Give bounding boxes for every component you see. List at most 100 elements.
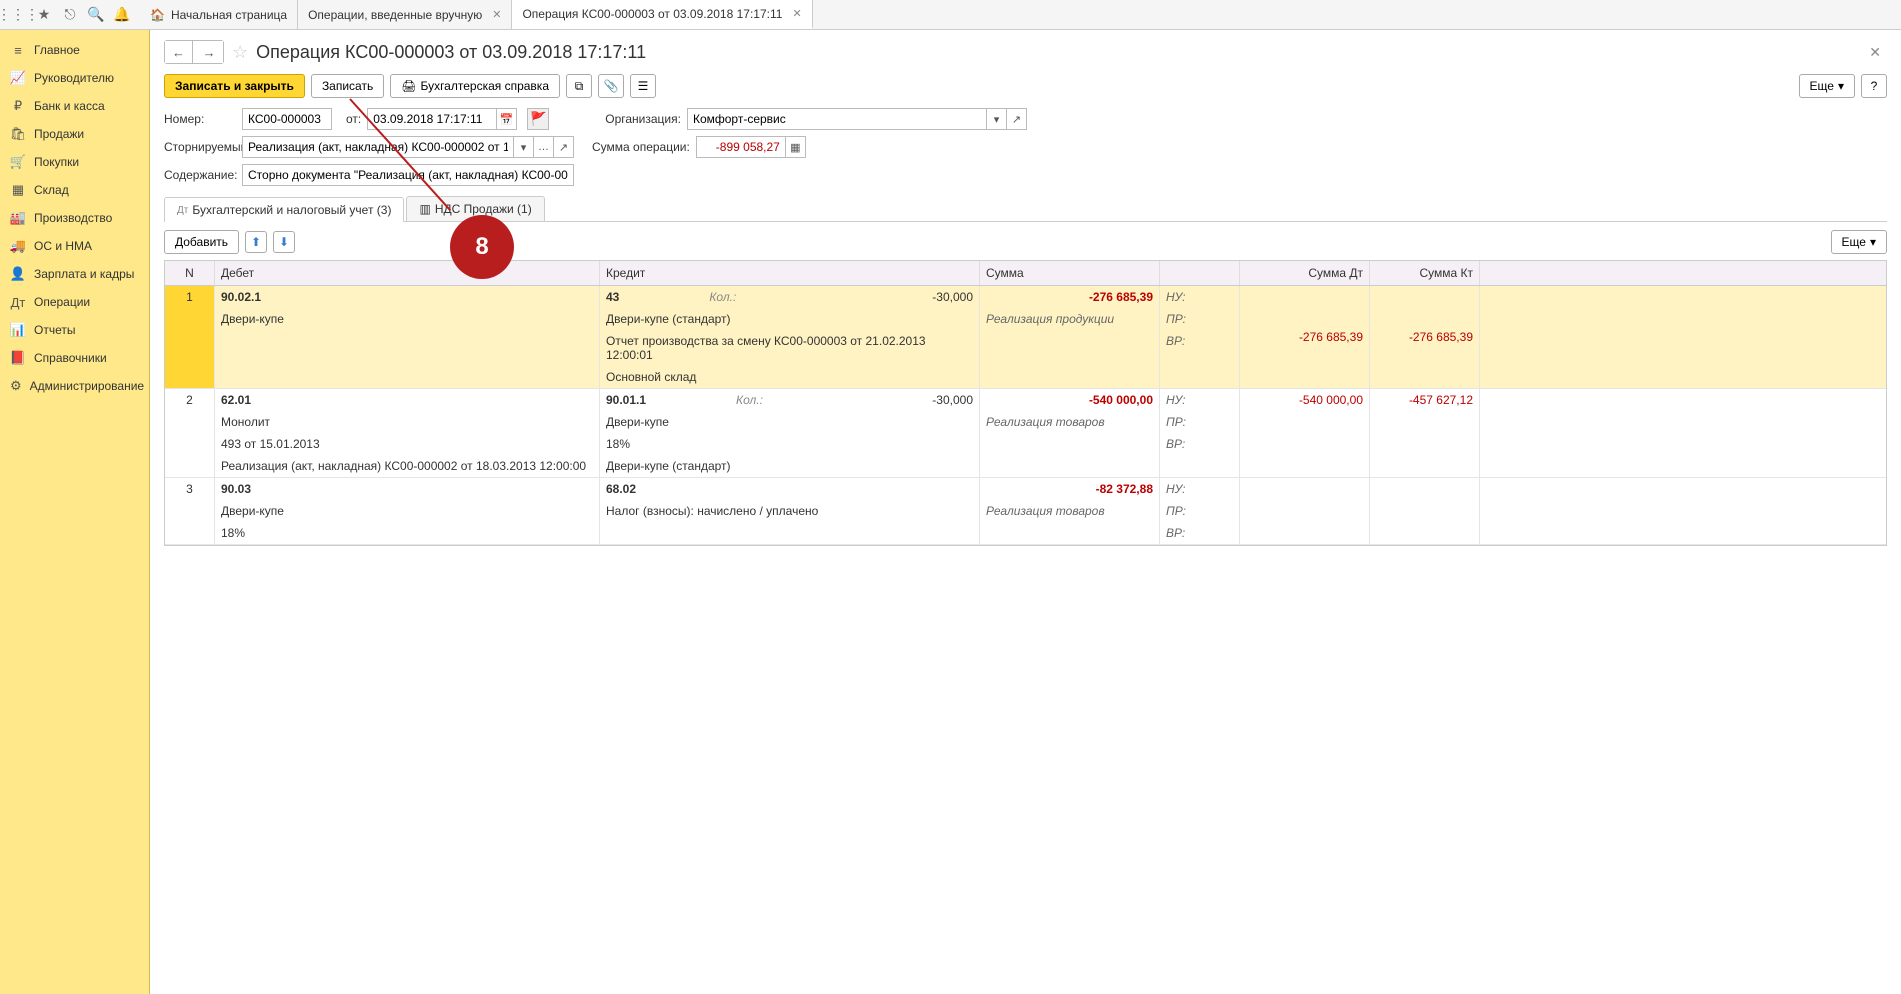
tab-operations[interactable]: Операции, введенные вручную ✕ [298, 0, 512, 29]
col-sum[interactable]: Сумма [980, 261, 1160, 285]
sidebar-item-sales[interactable]: 🛍Продажи [0, 120, 149, 148]
org-input[interactable] [687, 108, 987, 130]
accounting-report-button[interactable]: 🖨Бухгалтерская справка [390, 74, 560, 98]
sidebar-item-manager[interactable]: 📈Руководителю [0, 64, 149, 92]
list-button[interactable]: ☰ [630, 74, 656, 98]
date-input[interactable] [367, 108, 497, 130]
attach-button[interactable]: 📎 [598, 74, 624, 98]
sidebar-item-admin[interactable]: ⚙Администрирование [0, 372, 149, 400]
book-icon: 📕 [10, 350, 26, 366]
factory-icon: 🏭 [10, 210, 26, 226]
col-credit[interactable]: Кредит [600, 261, 980, 285]
entries-grid: N Дебет Кредит Сумма Сумма Дт Сумма Кт 1… [164, 260, 1887, 546]
col-kt[interactable]: Сумма Кт [1370, 261, 1480, 285]
sidebar-item-bank[interactable]: ₽Банк и касса [0, 92, 149, 120]
box-icon: ▦ [10, 182, 26, 198]
forward-button[interactable]: → [195, 41, 223, 63]
tab-home[interactable]: 🏠 Начальная страница [140, 0, 298, 29]
close-icon[interactable]: ✕ [792, 7, 801, 20]
desc-label: Содержание: [164, 168, 236, 182]
form: Номер: от: 📅 🚩 Организация: ▾ ↗ Сторниру… [164, 108, 1887, 186]
content: ← → ☆ Операция КС00-000003 от 03.09.2018… [150, 30, 1901, 994]
grid-more-button[interactable]: Еще ▾ [1831, 230, 1887, 254]
bell-icon[interactable]: 🔔 [110, 3, 134, 27]
tabs: 🏠 Начальная страница Операции, введенные… [140, 0, 813, 29]
add-button[interactable]: Добавить [164, 230, 239, 254]
col-n[interactable]: N [165, 261, 215, 285]
nav-buttons: ← → [164, 40, 224, 64]
flag-icon[interactable]: 🚩 [527, 108, 549, 130]
back-button[interactable]: ← [165, 41, 193, 63]
sidebar-item-refs[interactable]: 📕Справочники [0, 344, 149, 372]
bag-icon: 🛍 [10, 126, 26, 142]
close-icon[interactable]: ✕ [492, 8, 501, 21]
sidebar-item-assets[interactable]: 🚚ОС и НМА [0, 232, 149, 260]
menu-icon: ≡ [10, 42, 26, 58]
table-row[interactable]: 1 90.02.1 Двери-купе 43Кол.:-30,000 Двер… [165, 286, 1886, 389]
help-button[interactable]: ? [1861, 74, 1887, 98]
col-debit[interactable]: Дебет [215, 261, 600, 285]
table-row[interactable]: 2 62.01 Монолит 493 от 15.01.2013 Реализ… [165, 389, 1886, 478]
sidebar-item-operations[interactable]: ДтОперации [0, 288, 149, 316]
top-bar: ⋮⋮⋮ ★ ⎋ 🔍 🔔 🏠 Начальная страница Операци… [0, 0, 1901, 30]
coin-icon: ₽ [10, 98, 26, 114]
save-close-button[interactable]: Записать и закрыть [164, 74, 305, 98]
move-down-button[interactable]: ⬇ [273, 231, 295, 253]
copy-button[interactable]: ⧉ [566, 74, 592, 98]
sum-label: Сумма операции: [592, 140, 690, 154]
sidebar-item-main[interactable]: ≡Главное [0, 36, 149, 64]
toolbar: Записать и закрыть Записать 🖨Бухгалтерск… [164, 74, 1887, 98]
move-up-button[interactable]: ⬆ [245, 231, 267, 253]
system-icons: ⋮⋮⋮ ★ ⎋ 🔍 🔔 [0, 3, 140, 27]
from-label: от: [346, 112, 361, 126]
tab-doc-label: Операция КС00-000003 от 03.09.2018 17:17… [522, 7, 782, 21]
chart-icon: 📈 [10, 70, 26, 86]
dkt-icon: Дт [177, 205, 188, 216]
grid-header: N Дебет Кредит Сумма Сумма Дт Сумма Кт [165, 261, 1886, 286]
search-icon[interactable]: 🔍 [84, 3, 108, 27]
open-icon[interactable]: ↗ [1007, 108, 1027, 130]
bars-icon: 📊 [10, 322, 26, 338]
truck-icon: 🚚 [10, 238, 26, 254]
dropdown-icon[interactable]: ▾ [987, 108, 1007, 130]
favorite-star-icon[interactable]: ☆ [232, 42, 248, 63]
grid-toolbar: Добавить ⬆ ⬇ Еще ▾ [164, 230, 1887, 254]
sidebar-item-payroll[interactable]: 👤Зарплата и кадры [0, 260, 149, 288]
gear-icon: ⚙ [10, 378, 22, 394]
dkt-icon: Дт [10, 294, 26, 310]
page-title: Операция КС00-000003 от 03.09.2018 17:17… [256, 42, 646, 63]
storn-label: Сторнируемый документ: [164, 140, 236, 154]
tab-home-label: Начальная страница [171, 8, 287, 22]
callout-badge: 8 [450, 215, 514, 279]
sum-input[interactable] [696, 136, 786, 158]
tab-document[interactable]: Операция КС00-000003 от 03.09.2018 17:17… [512, 0, 812, 29]
number-input[interactable] [242, 108, 332, 130]
more-button[interactable]: Еще ▾ [1799, 74, 1855, 98]
sidebar-item-reports[interactable]: 📊Отчеты [0, 316, 149, 344]
calendar-icon[interactable]: 📅 [497, 108, 517, 130]
storn-input[interactable] [242, 136, 514, 158]
ellipsis-icon[interactable]: … [534, 136, 554, 158]
desc-input[interactable] [242, 164, 574, 186]
col-dt[interactable]: Сумма Дт [1240, 261, 1370, 285]
subtab-accounting[interactable]: ДтБухгалтерский и налоговый учет (3) [164, 197, 404, 222]
open-icon[interactable]: ↗ [554, 136, 574, 158]
calc-icon[interactable]: ▦ [786, 136, 806, 158]
printer-icon: 🖨 [401, 79, 416, 93]
save-button[interactable]: Записать [311, 74, 384, 98]
sidebar-item-stock[interactable]: ▦Склад [0, 176, 149, 204]
table-row[interactable]: 3 90.03 Двери-купе 18% 68.02 Налог (взно… [165, 478, 1886, 545]
subtabs: ДтБухгалтерский и налоговый учет (3) ▥НД… [164, 196, 1887, 222]
close-icon[interactable]: ✕ [1869, 44, 1887, 61]
org-label: Организация: [605, 112, 681, 126]
sidebar-item-production[interactable]: 🏭Производство [0, 204, 149, 232]
doc-icon: ▥ [419, 202, 430, 216]
cart-icon: 🛒 [10, 154, 26, 170]
person-icon: 👤 [10, 266, 26, 282]
sidebar-item-purchases[interactable]: 🛒Покупки [0, 148, 149, 176]
dropdown-icon[interactable]: ▾ [514, 136, 534, 158]
home-icon: 🏠 [150, 8, 165, 22]
apps-icon[interactable]: ⋮⋮⋮ [6, 3, 30, 27]
star-icon[interactable]: ★ [32, 3, 56, 27]
history-icon[interactable]: ⎋ [58, 3, 82, 27]
